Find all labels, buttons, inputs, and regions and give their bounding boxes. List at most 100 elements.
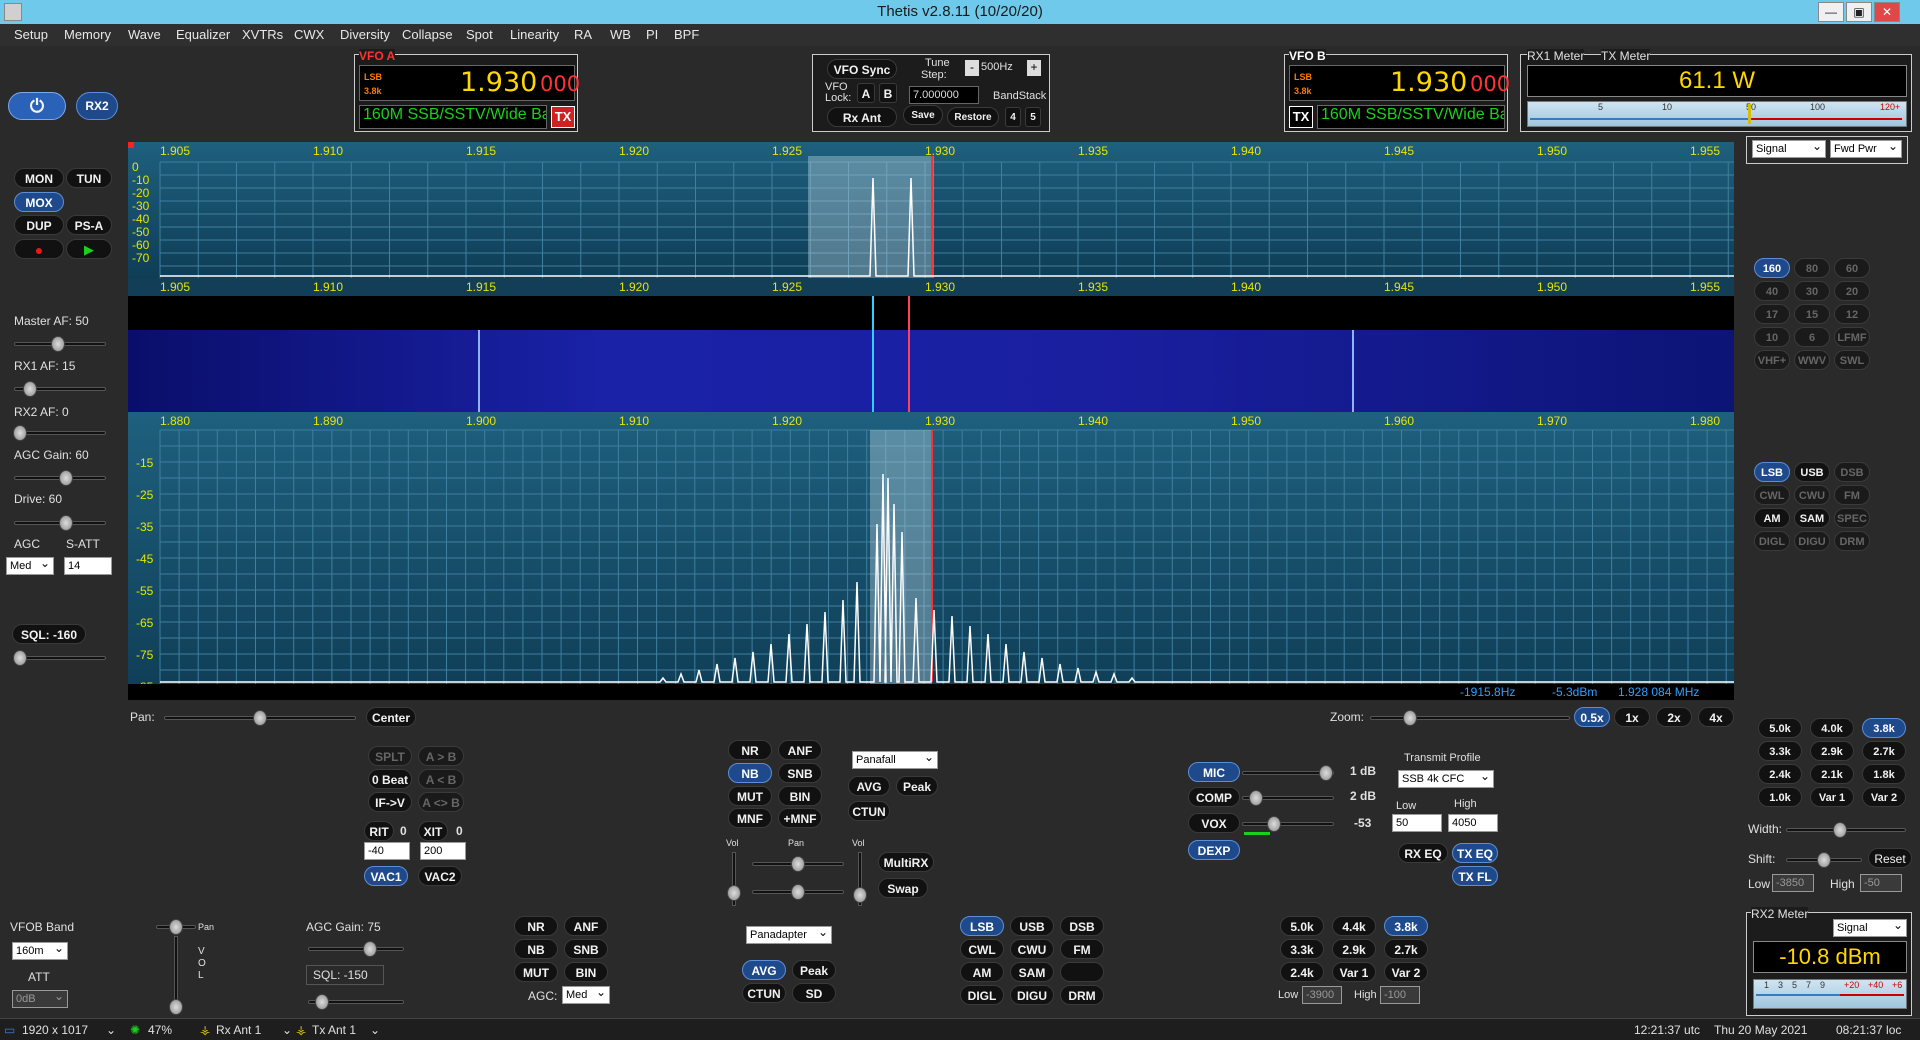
split-button[interactable]: SPLT xyxy=(368,746,412,766)
rit-button[interactable]: RIT xyxy=(364,821,394,841)
peak-button[interactable]: Peak xyxy=(896,776,938,796)
rx2-peak-button[interactable]: Peak xyxy=(792,960,836,980)
band-12-button[interactable]: 12 xyxy=(1834,304,1870,324)
xit-input[interactable]: 200 xyxy=(420,842,466,860)
transmit-profile-select[interactable]: SSB 4k CFC xyxy=(1398,768,1494,788)
mode-dsb-button[interactable]: DSB xyxy=(1834,462,1870,482)
rx1-panadapter[interactable]: 0 -10 -20 -30 -40 -50 -60 -70 xyxy=(128,142,1734,278)
rx2-anf-button[interactable]: ANF xyxy=(564,916,608,936)
zoom-1x-button[interactable]: 1x xyxy=(1614,707,1650,727)
slider-knob[interactable] xyxy=(1319,765,1333,781)
vfo-b-display[interactable]: LSB 3.8k 1.930 000 xyxy=(1289,65,1510,101)
restore-button[interactable]: Restore xyxy=(947,107,999,127)
slider-knob[interactable] xyxy=(1267,816,1281,832)
rx2-sd-button[interactable]: SD xyxy=(792,983,836,1003)
menu-wb[interactable]: WB xyxy=(610,27,631,42)
status-tx-ant[interactable]: Tx Ant 1 xyxy=(312,1023,356,1037)
mode-digl-button[interactable]: DIGL xyxy=(1754,531,1790,551)
rx2-snb-button[interactable]: SNB xyxy=(564,939,608,959)
multirx-button[interactable]: MultiRX xyxy=(878,852,934,872)
menu-bpf[interactable]: BPF xyxy=(674,27,699,42)
band-30-button[interactable]: 30 xyxy=(1794,281,1830,301)
sql-button[interactable]: SQL: -160 xyxy=(12,624,86,644)
slider-knob[interactable] xyxy=(13,425,27,441)
minimize-button[interactable]: — xyxy=(1818,2,1844,22)
tx-fl-button[interactable]: TX FL xyxy=(1452,866,1498,886)
rx2-nb-button[interactable]: NB xyxy=(514,939,558,959)
filter-3.8k-button[interactable]: 3.8k xyxy=(1862,718,1906,738)
rx2-mode-drm-button[interactable]: DRM xyxy=(1060,985,1104,1005)
rx2-vol-slider[interactable] xyxy=(169,936,183,1015)
band-6-button[interactable]: 6 xyxy=(1794,327,1830,347)
band-wwv-button[interactable]: WWV xyxy=(1794,350,1830,370)
width-slider[interactable] xyxy=(1786,822,1906,838)
menu-spot[interactable]: Spot xyxy=(466,27,493,42)
restore-button[interactable]: ▣ xyxy=(1846,2,1872,22)
band-60-button[interactable]: 60 xyxy=(1834,258,1870,278)
rx2-pan-slider[interactable] xyxy=(156,919,196,935)
filter-low-input[interactable]: -3850 xyxy=(1772,874,1814,892)
slider-knob[interactable] xyxy=(315,994,329,1010)
plus-mnf-button[interactable]: +MNF xyxy=(778,808,822,828)
rx2-mode-digl-button[interactable]: DIGL xyxy=(960,985,1004,1005)
mode-digu-button[interactable]: DIGU xyxy=(1794,531,1830,551)
close-button[interactable]: ✕ xyxy=(1874,2,1900,22)
rx2-af-slider[interactable] xyxy=(13,425,106,441)
slider-knob[interactable] xyxy=(853,887,867,903)
xit-button[interactable]: XIT xyxy=(418,821,448,841)
tx-high-input[interactable]: 4050 xyxy=(1448,814,1498,832)
mnf-button[interactable]: MNF xyxy=(728,808,772,828)
rx1-sub-pan-slider[interactable] xyxy=(752,884,844,900)
tx-low-input[interactable]: 50 xyxy=(1392,814,1442,832)
vfo-sync-button[interactable]: VFO Sync xyxy=(827,59,897,79)
rx2-mode-digu-button[interactable]: DIGU xyxy=(1010,985,1054,1005)
avg-button[interactable]: AVG xyxy=(848,776,890,796)
rx2-mode-sam-button[interactable]: SAM xyxy=(1010,962,1054,982)
rx2-meter-select[interactable]: Signal xyxy=(1833,917,1907,937)
slider-knob[interactable] xyxy=(169,919,183,935)
shift-reset-button[interactable]: Reset xyxy=(1868,848,1912,868)
nr-button[interactable]: NR xyxy=(728,740,772,760)
sql-slider[interactable] xyxy=(13,650,106,666)
mut-button[interactable]: MUT xyxy=(728,786,772,806)
rx-ant-button[interactable]: Rx Ant xyxy=(827,107,897,127)
comp-slider[interactable] xyxy=(1242,790,1334,806)
slider-knob[interactable] xyxy=(1403,710,1417,726)
status-rx-ant[interactable]: Rx Ant 1 xyxy=(216,1023,261,1037)
menu-equalizer[interactable]: Equalizer xyxy=(176,27,230,42)
rx2-filter-var-2-button[interactable]: Var 2 xyxy=(1384,962,1428,982)
band-20-button[interactable]: 20 xyxy=(1834,281,1870,301)
rx2-mode-empty-button[interactable] xyxy=(1060,962,1104,982)
dropdown-icon[interactable]: ⌄ xyxy=(106,1023,116,1037)
rx2-filter-2.4k-button[interactable]: 2.4k xyxy=(1280,962,1324,982)
rx2-high-input[interactable]: -100 xyxy=(1380,986,1420,1004)
zoom-2x-button[interactable]: 2x xyxy=(1656,707,1692,727)
filter-5.0k-button[interactable]: 5.0k xyxy=(1758,718,1802,738)
power-button[interactable]: ⏻ xyxy=(8,92,66,120)
rx-eq-button[interactable]: RX EQ xyxy=(1398,843,1448,863)
rx2-filter-var-1-button[interactable]: Var 1 xyxy=(1332,962,1376,982)
vox-slider[interactable] xyxy=(1242,816,1334,832)
swap-button[interactable]: Swap xyxy=(878,878,928,898)
lock-a-button[interactable]: A xyxy=(857,83,875,103)
slider-knob[interactable] xyxy=(727,885,741,901)
filter-3.3k-button[interactable]: 3.3k xyxy=(1758,741,1802,761)
rx2-mut-button[interactable]: MUT xyxy=(514,962,558,982)
filter-2.4k-button[interactable]: 2.4k xyxy=(1758,764,1802,784)
filter-high-input[interactable]: -50 xyxy=(1860,874,1902,892)
filter-2.7k-button[interactable]: 2.7k xyxy=(1862,741,1906,761)
slider-knob[interactable] xyxy=(13,650,27,666)
dup-button[interactable]: DUP xyxy=(14,215,64,235)
slider-knob[interactable] xyxy=(791,884,805,900)
filter-2.1k-button[interactable]: 2.1k xyxy=(1810,764,1854,784)
tx-eq-button[interactable]: TX EQ xyxy=(1452,843,1498,863)
vfo-b-tx-button[interactable]: TX xyxy=(1289,106,1313,128)
rx2-mode-cwl-button[interactable]: CWL xyxy=(960,939,1004,959)
rx1-af-slider[interactable] xyxy=(14,381,106,397)
bin-button[interactable]: BIN xyxy=(778,786,822,806)
mode-drm-button[interactable]: DRM xyxy=(1834,531,1870,551)
filter-var-1-button[interactable]: Var 1 xyxy=(1810,787,1854,807)
rx2-bin-button[interactable]: BIN xyxy=(564,962,608,982)
rx2-display-select[interactable]: Panadapter xyxy=(746,924,832,944)
rx2-mode-lsb-button[interactable]: LSB xyxy=(960,916,1004,936)
